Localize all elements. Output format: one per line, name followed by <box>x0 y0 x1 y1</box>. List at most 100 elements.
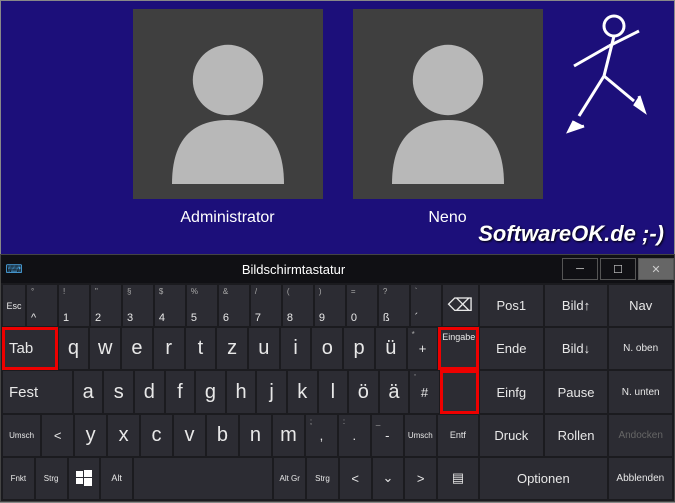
key-oe[interactable]: ö <box>349 371 378 412</box>
key-y[interactable]: y <box>75 415 106 456</box>
key-ue[interactable]: ü <box>376 328 406 369</box>
key-s[interactable]: s <box>104 371 133 412</box>
key-pause[interactable]: Pause <box>545 371 608 412</box>
user-name-label: Neno <box>428 209 466 227</box>
key-plus[interactable]: *+ <box>408 328 438 369</box>
key-f[interactable]: f <box>166 371 195 412</box>
key-7[interactable]: /7 <box>251 285 281 326</box>
key-insert[interactable]: Einfg <box>480 371 543 412</box>
key-enter-lower[interactable] <box>441 371 478 412</box>
key-p[interactable]: p <box>344 328 374 369</box>
close-button[interactable]: ✕ <box>638 258 674 280</box>
key-x[interactable]: x <box>108 415 139 456</box>
key-i[interactable]: i <box>281 328 311 369</box>
key-caret[interactable]: °^ <box>27 285 57 326</box>
key-nav-down[interactable]: N. unten <box>609 371 672 412</box>
key-e[interactable]: e <box>122 328 152 369</box>
key-end[interactable]: Ende <box>480 328 543 369</box>
titlebar[interactable]: ⌨ Bildschirmtastatur ─ ☐ ✕ <box>1 255 674 283</box>
keyboard-area: Esc °^ !1 "2 §3 $4 %5 &6 /7 (8 )9 =0 ?ß … <box>1 283 674 501</box>
key-z[interactable]: z <box>217 328 247 369</box>
watermark-text: SoftwareOK.de ;-) <box>478 221 664 247</box>
key-ctrl-left[interactable]: Strg <box>36 458 67 499</box>
key-shift-right[interactable]: Umsch <box>405 415 436 456</box>
key-pageup[interactable]: Bild↑ <box>545 285 608 326</box>
key-9[interactable]: )9 <box>315 285 345 326</box>
key-menu[interactable]: ▤ <box>438 458 478 499</box>
key-capslock[interactable]: Fest <box>3 371 72 412</box>
key-5[interactable]: %5 <box>187 285 217 326</box>
key-sharp-s[interactable]: ?ß <box>379 285 409 326</box>
key-c[interactable]: c <box>141 415 172 456</box>
key-g[interactable]: g <box>196 371 225 412</box>
key-o[interactable]: o <box>312 328 342 369</box>
key-r[interactable]: r <box>154 328 184 369</box>
key-d[interactable]: d <box>135 371 164 412</box>
key-n[interactable]: n <box>240 415 271 456</box>
key-esc[interactable]: Esc <box>3 285 25 326</box>
key-fn[interactable]: Fnkt <box>3 458 34 499</box>
key-accent[interactable]: `´ <box>411 285 441 326</box>
key-right-arrow[interactable]: > <box>405 458 436 499</box>
key-windows[interactable] <box>69 458 100 499</box>
key-dash[interactable]: _- <box>372 415 403 456</box>
key-comma[interactable]: ;, <box>306 415 337 456</box>
key-q[interactable]: q <box>59 328 89 369</box>
key-hash[interactable]: '# <box>410 371 439 412</box>
user-tile-neno[interactable]: Neno <box>353 9 543 255</box>
dancing-figure-icon <box>544 6 654 146</box>
key-print[interactable]: Druck <box>480 415 543 456</box>
minimize-button[interactable]: ─ <box>562 258 598 280</box>
avatar <box>353 9 543 199</box>
key-scrolllock[interactable]: Rollen <box>545 415 608 456</box>
window-title: Bildschirmtastatur <box>27 262 560 277</box>
key-enter[interactable]: Eingabe <box>439 328 478 369</box>
key-delete[interactable]: Entf <box>438 415 478 456</box>
key-pagedown[interactable]: Bild↓ <box>545 328 608 369</box>
key-m[interactable]: m <box>273 415 304 456</box>
key-4[interactable]: $4 <box>155 285 185 326</box>
key-j[interactable]: j <box>257 371 286 412</box>
key-shift-left[interactable]: Umsch <box>3 415 40 456</box>
key-k[interactable]: k <box>288 371 317 412</box>
key-h[interactable]: h <box>227 371 256 412</box>
key-1[interactable]: !1 <box>59 285 89 326</box>
key-left-arrow[interactable]: < <box>340 458 371 499</box>
side-keys: Pos1 Bild↑ Nav Ende Bild↓ N. oben Einfg … <box>480 283 674 501</box>
key-nav-up[interactable]: N. oben <box>609 328 672 369</box>
key-space[interactable] <box>134 458 272 499</box>
login-screen: Administrator Neno SoftwareOK.de ;-) <box>1 1 674 255</box>
key-ctrl-right[interactable]: Strg <box>307 458 338 499</box>
maximize-button[interactable]: ☐ <box>600 258 636 280</box>
key-altgr[interactable]: Alt Gr <box>274 458 305 499</box>
key-nav[interactable]: Nav <box>609 285 672 326</box>
user-name-label: Administrator <box>180 209 274 227</box>
key-down-arrow[interactable]: ⌄ <box>373 458 404 499</box>
key-lessthan[interactable]: < <box>42 415 73 456</box>
avatar <box>133 9 323 199</box>
keyboard-icon: ⌨ <box>1 262 27 276</box>
key-home[interactable]: Pos1 <box>480 285 543 326</box>
key-l[interactable]: l <box>319 371 348 412</box>
key-b[interactable]: b <box>207 415 238 456</box>
key-dot[interactable]: :. <box>339 415 370 456</box>
key-alt[interactable]: Alt <box>101 458 132 499</box>
key-8[interactable]: (8 <box>283 285 313 326</box>
key-tab[interactable]: Tab <box>3 328 57 369</box>
key-ae[interactable]: ä <box>380 371 409 412</box>
onscreen-keyboard-window: ⌨ Bildschirmtastatur ─ ☐ ✕ Esc °^ !1 "2 … <box>0 254 675 502</box>
key-2[interactable]: "2 <box>91 285 121 326</box>
key-u[interactable]: u <box>249 328 279 369</box>
key-a[interactable]: a <box>74 371 103 412</box>
key-dock[interactable]: Andocken <box>609 415 672 456</box>
key-fade[interactable]: Abblenden <box>609 458 672 499</box>
key-0[interactable]: =0 <box>347 285 377 326</box>
user-tile-administrator[interactable]: Administrator <box>133 9 323 255</box>
key-3[interactable]: §3 <box>123 285 153 326</box>
key-options[interactable]: Optionen <box>480 458 607 499</box>
key-backspace[interactable]: ⌫ <box>443 285 478 326</box>
key-v[interactable]: v <box>174 415 205 456</box>
key-t[interactable]: t <box>186 328 216 369</box>
key-w[interactable]: w <box>90 328 120 369</box>
key-6[interactable]: &6 <box>219 285 249 326</box>
